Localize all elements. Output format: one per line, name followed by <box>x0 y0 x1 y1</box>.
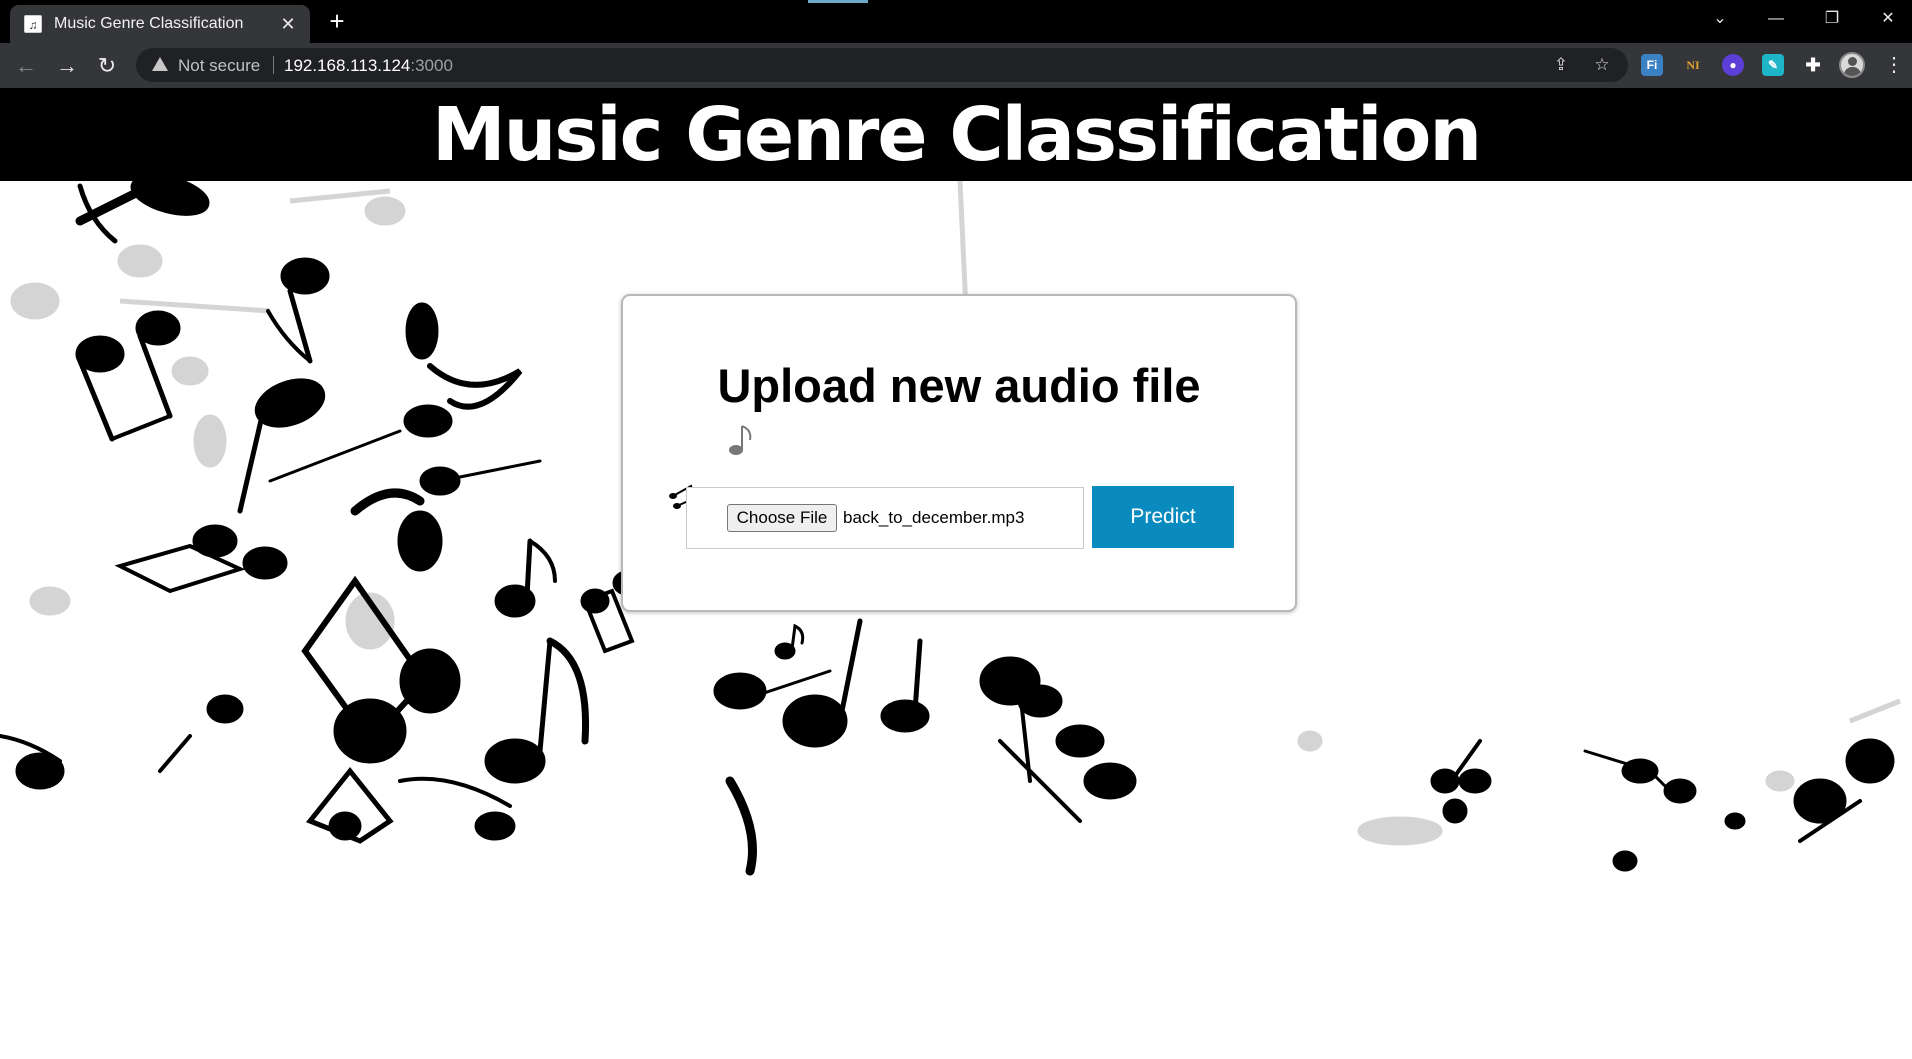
upload-card: Upload new audio file Choose File back_t… <box>621 294 1297 612</box>
omnibox-divider <box>273 56 274 74</box>
warning-icon <box>152 57 168 71</box>
forward-arrow-icon[interactable]: → <box>53 52 81 80</box>
new-tab-button[interactable]: + <box>324 8 350 35</box>
extension-pen-icon[interactable]: ✎ <box>1762 54 1784 76</box>
browser-tab-strip: ♫ Music Genre Classification ✕ + ⌄ — ❐ ✕ <box>0 0 1912 43</box>
minimize-button[interactable]: — <box>1756 6 1796 32</box>
address-bar[interactable]: Not secure 192.168.113.124:3000 ⇪ ☆ <box>136 48 1628 82</box>
predict-button[interactable]: Predict <box>1092 486 1234 548</box>
file-input[interactable]: Choose File back_to_december.mp3 <box>686 487 1084 549</box>
close-window-button[interactable]: ✕ <box>1868 6 1908 32</box>
browser-toolbar: ← → ↻ Not secure 192.168.113.124:3000 ⇪ … <box>0 43 1912 88</box>
avatar-body <box>1844 67 1861 76</box>
browser-tab[interactable]: ♫ Music Genre Classification ✕ <box>10 5 310 43</box>
back-arrow-icon[interactable]: ← <box>12 52 40 80</box>
url-port: :3000 <box>410 56 453 75</box>
tab-indicator <box>808 0 868 3</box>
url-text[interactable]: 192.168.113.124:3000 <box>284 56 453 76</box>
url-host: 192.168.113.124 <box>284 56 411 75</box>
page-header: Music Genre Classification <box>0 88 1912 181</box>
profile-avatar[interactable] <box>1839 52 1865 78</box>
close-tab-icon[interactable]: ✕ <box>278 14 298 34</box>
extension-n-icon[interactable]: NI <box>1682 54 1704 76</box>
avatar-head <box>1848 57 1857 66</box>
tab-title: Music Genre Classification <box>54 15 244 32</box>
browser-menu-icon[interactable]: ⋮ <box>1884 54 1904 76</box>
extensions-puzzle-icon[interactable]: ✚ <box>1802 54 1824 76</box>
reload-icon[interactable]: ↻ <box>93 52 121 80</box>
security-label[interactable]: Not secure <box>178 56 260 76</box>
extension-ghost-icon[interactable]: ● <box>1722 54 1744 76</box>
extension-fi-icon[interactable]: Fi <box>1641 54 1663 76</box>
restore-button[interactable]: ❐ <box>1812 6 1852 32</box>
selected-file-name: back_to_december.mp3 <box>843 508 1025 527</box>
tab-search-icon[interactable]: ⌄ <box>1700 6 1740 32</box>
music-note-favicon-icon: ♫ <box>24 15 42 33</box>
share-icon[interactable]: ⇪ <box>1551 55 1571 75</box>
choose-file-button[interactable]: Choose File <box>727 504 837 532</box>
music-note-decoration-icon <box>729 425 752 455</box>
upload-heading: Upload new audio file <box>717 359 1201 412</box>
bookmark-star-icon[interactable]: ☆ <box>1592 55 1612 75</box>
page-title: Music Genre Classification <box>431 92 1482 178</box>
